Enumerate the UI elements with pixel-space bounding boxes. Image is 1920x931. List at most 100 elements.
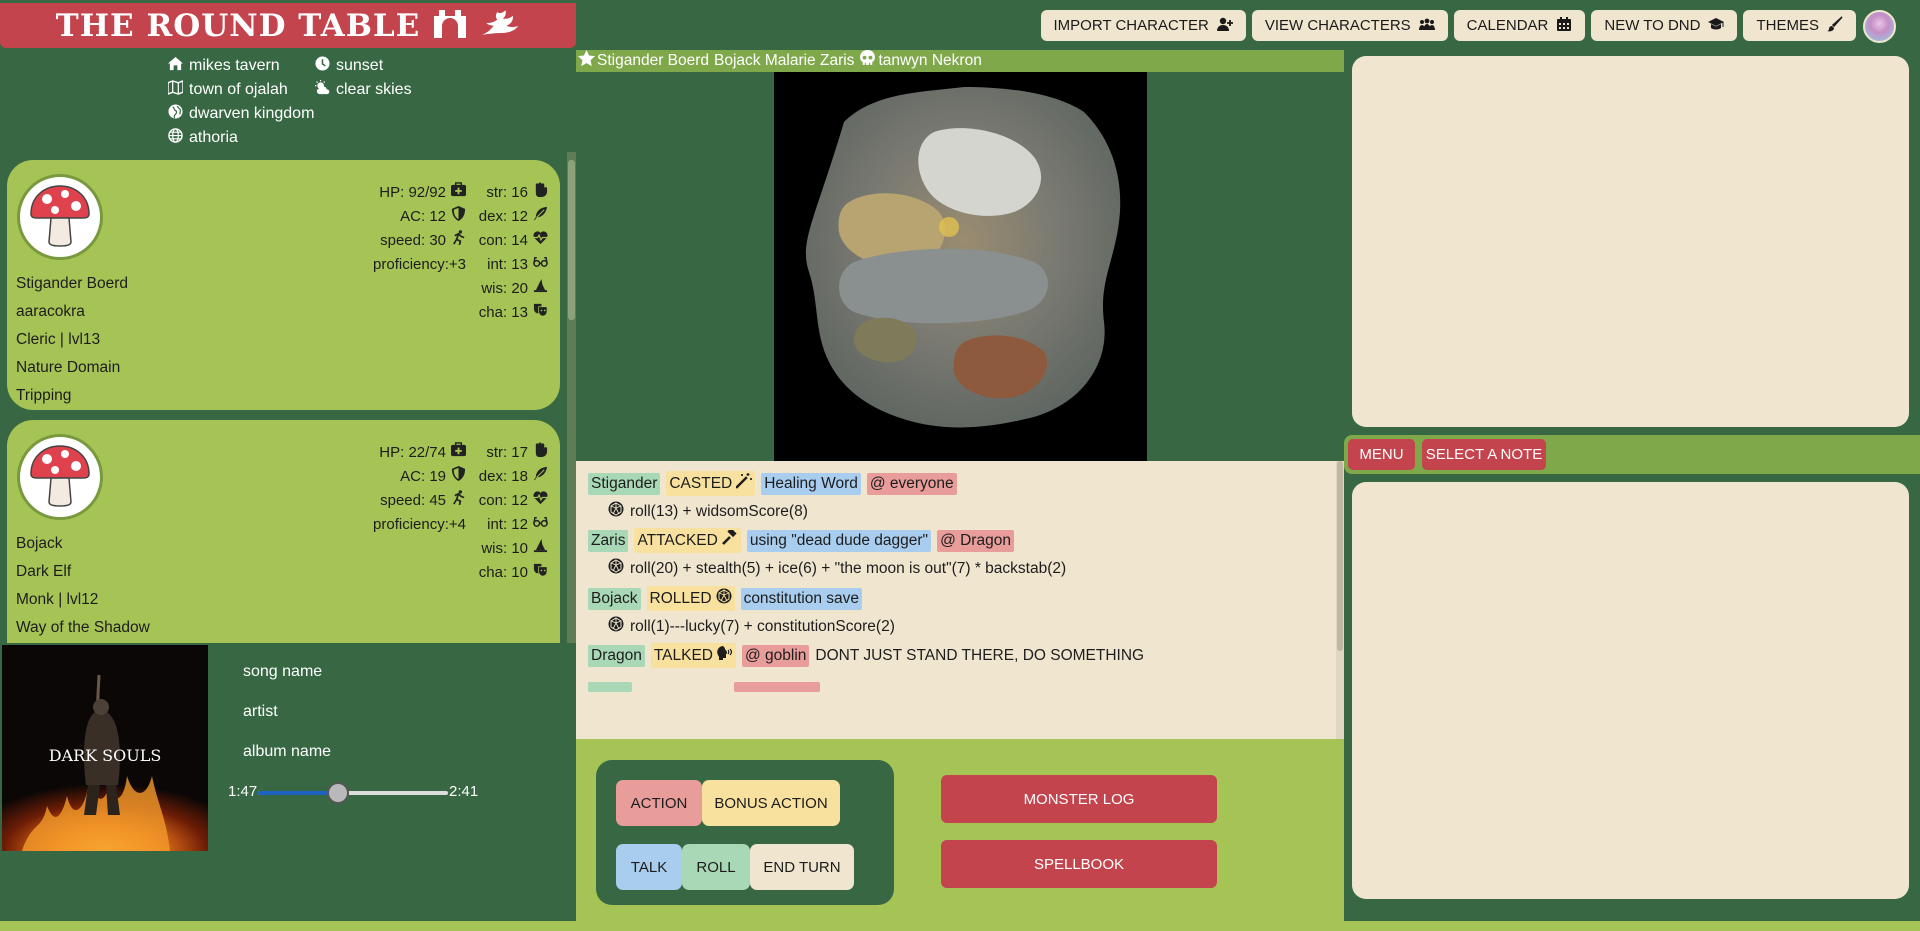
castle-gate-icon [430, 6, 470, 45]
theater-masks-icon [533, 561, 548, 585]
feather-icon [533, 205, 548, 229]
time-of-day: sunset [315, 54, 412, 78]
active-player: Stigander Boerd [597, 52, 710, 69]
select-note-button[interactable]: SELECT A NOTE [1422, 439, 1546, 470]
note-panel-top[interactable] [1352, 56, 1909, 427]
bonus-action-button[interactable]: BONUS ACTION [702, 780, 840, 826]
mushroom-icon [27, 442, 93, 513]
log-verb: CASTED [666, 471, 756, 496]
playback-slider[interactable] [258, 782, 448, 804]
clock-icon [315, 56, 330, 76]
speed-value: speed: 45 [380, 492, 446, 509]
note-editor[interactable] [1352, 482, 1909, 899]
dice-icon [608, 616, 624, 637]
other-players: Bojack Malarie Zaris [714, 52, 855, 69]
horizontal-scrollbar[interactable] [0, 921, 1920, 931]
character-class: Cleric | lvl13 [16, 331, 101, 348]
dice-icon [716, 588, 732, 609]
talk-button[interactable]: TALK [616, 844, 682, 890]
scrollbar-thumb[interactable] [1337, 461, 1343, 651]
slider-thumb[interactable] [326, 782, 349, 804]
character-info: Bojack Dark Elf Monk | lvl12 Way of the … [16, 530, 150, 643]
dead-player: tanwyn Nekron [878, 52, 982, 69]
wis-value: wis: 20 [481, 280, 528, 297]
roll-button[interactable]: ROLL [682, 844, 750, 890]
log-actor: Zaris [588, 529, 629, 552]
log-at: @ goblin [742, 644, 810, 667]
globe-icon [168, 128, 183, 148]
ac-value: AC: 19 [400, 468, 446, 485]
town-name: town of ojalah [189, 81, 288, 98]
running-icon [451, 229, 466, 253]
import-character-button[interactable]: IMPORT CHARACTER [1040, 10, 1246, 41]
character-name: Stigander Boerd [16, 275, 129, 292]
home-icon [168, 56, 183, 76]
con-value: con: 12 [478, 492, 528, 509]
party-scrollbar[interactable] [567, 152, 576, 643]
total-time: 2:41 [449, 783, 479, 800]
character-race: aaracokra [16, 303, 85, 320]
themes-button[interactable]: THEMES [1743, 10, 1856, 41]
heartbeat-icon [533, 489, 548, 513]
character-card[interactable]: Bojack Dark Elf Monk | lvl12 Way of the … [7, 420, 560, 643]
character-ability-scores: str: 16 dex: 12 con: 14 int: 13 wis: 20 … [479, 181, 548, 325]
spellbook-button[interactable]: SPELLBOOK [941, 840, 1217, 888]
world-map[interactable] [774, 72, 1147, 461]
location-panel: mikes tavern town of ojalah dwarven king… [167, 54, 314, 150]
monster-log-button[interactable]: MONSTER LOG [941, 775, 1217, 823]
globe-africa-icon [168, 104, 183, 124]
log-at: @ everyone [866, 472, 957, 495]
wis-value: wis: 10 [481, 540, 528, 557]
menu-button[interactable]: MENU [1348, 439, 1415, 470]
character-card[interactable]: Stigander Boerd aaracokra Cleric | lvl13… [7, 160, 560, 410]
con-value: con: 14 [478, 232, 528, 249]
character-combat-stats: HP: 92/92 AC: 12 speed: 30 proficiency:+… [373, 181, 466, 277]
map-icon [167, 79, 184, 100]
speed-value: speed: 30 [380, 232, 446, 249]
log-verb-text: ROLLED [649, 589, 712, 607]
log-actor: Stigander [588, 472, 661, 495]
calendar-button[interactable]: CALENDAR [1453, 10, 1586, 41]
notes-toolbar: MENU SELECT A NOTE [1344, 435, 1920, 474]
users-icon [1418, 16, 1435, 36]
log-entry: Bojack ROLLED constitution save [588, 586, 863, 611]
ac-value: AC: 12 [400, 208, 446, 225]
character-race: Dark Elf [16, 563, 72, 580]
character-class: Monk | lvl12 [16, 591, 99, 608]
calendar-icon [1556, 16, 1572, 36]
dice-icon [608, 558, 624, 579]
dice-icon [608, 501, 624, 522]
action-panel: ACTION BONUS ACTION TALK ROLL END TURN M… [576, 739, 1344, 921]
log-roll: roll(20) + stealth(5) + ice(6) + "the mo… [608, 558, 1066, 579]
new-to-dnd-button[interactable]: NEW TO DND [1591, 10, 1738, 41]
int-value: int: 13 [487, 256, 528, 273]
album-art-text: DARK SOULS [48, 746, 162, 765]
scrollbar-thumb[interactable] [568, 160, 575, 320]
artist-name: artist [243, 703, 278, 720]
log-verb: ROLLED [646, 586, 735, 611]
turn-order-bar: Stigander Boerd Bojack Malarie Zaris tan… [576, 50, 1344, 72]
music-player: DARK SOULS song name artist album name 1… [0, 643, 576, 921]
shield-icon [451, 205, 466, 229]
glasses-icon [533, 253, 548, 277]
log-scrollbar[interactable] [1336, 461, 1344, 739]
view-characters-button[interactable]: VIEW CHARACTERS [1251, 10, 1448, 41]
party-list[interactable]: Stigander Boerd aaracokra Cleric | lvl13… [0, 152, 576, 643]
log-target: using "dead dude dagger" [746, 529, 932, 552]
graduation-cap-icon [1708, 16, 1725, 36]
song-name: song name [243, 663, 323, 680]
user-avatar[interactable] [1863, 10, 1896, 43]
album-name: album name [243, 743, 332, 760]
action-button[interactable]: ACTION [616, 780, 702, 826]
roll-formula: roll(13) + widsomScore(8) [630, 502, 808, 520]
log-verb: TALKED [650, 643, 736, 668]
mushroom-icon [27, 182, 93, 253]
end-turn-button[interactable]: END TURN [750, 844, 854, 890]
theater-masks-icon [533, 301, 548, 325]
log-verb: ATTACKED [634, 527, 741, 553]
tavern-name: mikes tavern [189, 57, 280, 74]
combat-log[interactable]: Stigander CASTED Healing Word @ everyone… [576, 461, 1336, 739]
feather-icon [533, 465, 548, 489]
location-kingdom: dwarven kingdom [168, 102, 314, 126]
cha-value: cha: 13 [478, 304, 528, 321]
